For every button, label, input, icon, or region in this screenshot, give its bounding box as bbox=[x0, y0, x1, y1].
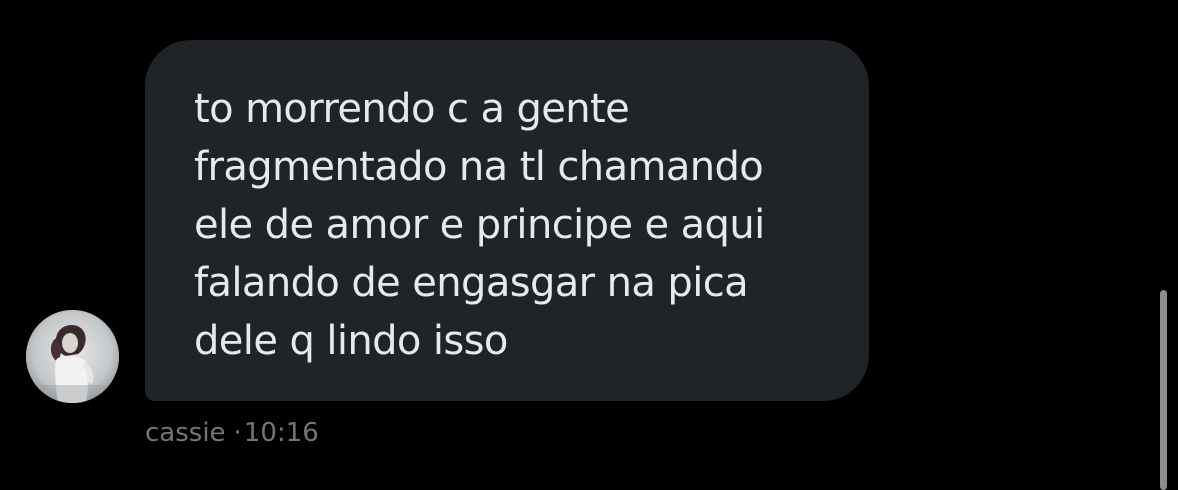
message-text-line: falando de engasgar na pica bbox=[194, 260, 749, 306]
message-text-line: dele q lindo isso bbox=[194, 318, 508, 364]
message-meta: cassie ·10:16 bbox=[145, 416, 319, 450]
profile-photo-icon bbox=[26, 310, 119, 403]
scrollbar-thumb[interactable] bbox=[1160, 290, 1167, 490]
meta-separator: · bbox=[233, 418, 242, 448]
sender-name[interactable]: cassie bbox=[145, 418, 226, 448]
dm-thread: to morrendo c a gente fragmentado na tl … bbox=[0, 0, 1178, 490]
message-text-line: ele de amor e principe e aqui bbox=[194, 202, 765, 248]
sender-avatar[interactable] bbox=[26, 310, 119, 403]
message-bubble[interactable]: to morrendo c a gente fragmentado na tl … bbox=[145, 40, 869, 401]
message-text-line: fragmentado na tl chamando bbox=[194, 144, 764, 190]
message-timestamp: 10:16 bbox=[243, 418, 319, 448]
message-text-line: to morrendo c a gente bbox=[194, 86, 630, 132]
